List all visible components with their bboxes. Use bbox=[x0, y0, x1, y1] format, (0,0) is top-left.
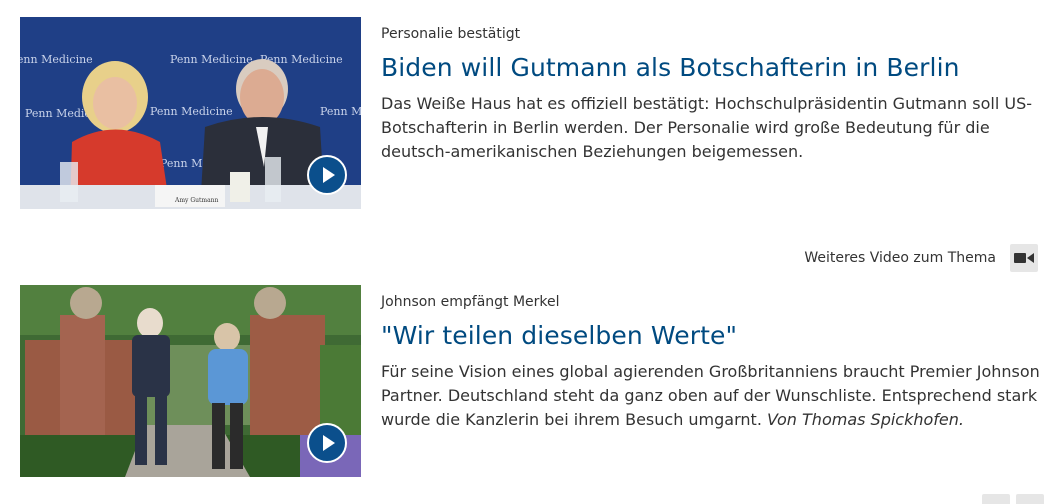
backdrop-logo: Penn Medicine bbox=[170, 53, 253, 66]
teaser-kicker: Personalie bestätigt bbox=[381, 26, 521, 42]
teaser-text-block: Johnson empfängt Merkel "Wir teilen dies… bbox=[381, 285, 1041, 432]
backdrop-logo: Penn Medicine bbox=[20, 53, 93, 66]
play-icon bbox=[323, 167, 335, 183]
backdrop-logo: Penn Medicine bbox=[320, 105, 361, 118]
teaser-kicker: Johnson empfängt Merkel bbox=[381, 294, 560, 310]
nameplate: Amy Gutmann bbox=[174, 197, 219, 204]
video-camera-icon bbox=[1014, 253, 1034, 263]
play-button[interactable] bbox=[307, 155, 347, 195]
teaser-headline-link[interactable]: "Wir teilen dieselben Werte" bbox=[381, 320, 1041, 352]
teaser-summary-text: Das Weiße Haus hat es offiziell bestätig… bbox=[381, 94, 1032, 161]
related-video-link[interactable]: Weiteres Video zum Thema bbox=[804, 244, 1038, 272]
teaser-image[interactable] bbox=[20, 285, 361, 477]
backdrop-logo: Penn Medicine bbox=[150, 105, 233, 118]
teaser-image[interactable]: Penn Medicine Penn Medicine Penn Medicin… bbox=[20, 17, 361, 209]
teaser-text-block: Personalie bestätigt Biden will Gutmann … bbox=[381, 17, 1041, 164]
teaser-summary: Für seine Vision eines global agierenden… bbox=[381, 360, 1041, 432]
icon-button[interactable] bbox=[982, 494, 1010, 504]
play-button[interactable] bbox=[307, 423, 347, 463]
video-camera-button[interactable] bbox=[1010, 244, 1038, 272]
play-icon bbox=[323, 435, 335, 451]
teaser-author: Von Thomas Spickhofen. bbox=[767, 410, 964, 429]
related-links-row-cropped bbox=[760, 492, 1056, 504]
teaser-headline-link[interactable]: Biden will Gutmann als Botschafterin in … bbox=[381, 52, 1041, 84]
icon-button[interactable] bbox=[1016, 494, 1044, 504]
teaser-summary: Das Weiße Haus hat es offiziell bestätig… bbox=[381, 92, 1041, 164]
related-video-label[interactable]: Weiteres Video zum Thema bbox=[804, 250, 996, 266]
